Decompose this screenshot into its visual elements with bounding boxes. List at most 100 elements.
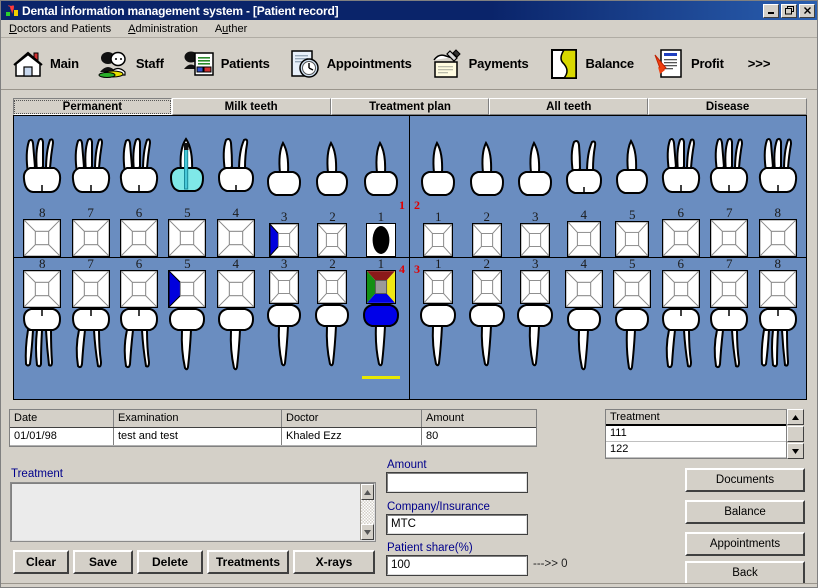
occlusal-lr-4[interactable] [564, 269, 603, 308]
tab-disease[interactable]: Disease [648, 98, 807, 115]
occlusal-ul-1-extracted[interactable] [365, 222, 396, 257]
occlusal-ll-4[interactable] [216, 269, 255, 308]
occlusal-ur-6[interactable] [661, 218, 700, 257]
toolbar-overflow-button[interactable]: >>> [748, 56, 771, 71]
scrollbar-track[interactable] [361, 500, 374, 524]
occlusal-lr-3[interactable] [520, 269, 551, 304]
clear-button[interactable]: Clear [13, 550, 69, 574]
occlusal-lr-8[interactable] [758, 269, 797, 308]
scroll-down-icon[interactable] [361, 524, 374, 540]
tooth-ur-6[interactable]: 6 [658, 135, 704, 257]
occlusal-lr-7[interactable] [710, 269, 749, 308]
tooth-ll-4[interactable]: 4 [213, 257, 259, 378]
occlusal-lr-5[interactable] [613, 269, 652, 308]
occlusal-ll-2[interactable] [317, 269, 348, 304]
tooth-ur-7[interactable]: 7 [706, 135, 752, 257]
occlusal-ll-7[interactable] [71, 269, 110, 308]
list-item[interactable]: 111 [606, 426, 786, 442]
tooth-lr-2[interactable]: 2 [464, 257, 510, 374]
occlusal-ur-2[interactable] [471, 222, 502, 257]
toolbar-button-balance[interactable]: Balance [547, 47, 634, 81]
documents-button[interactable]: Documents [685, 468, 805, 492]
tooth-lr-5[interactable]: 5 [609, 257, 655, 378]
occlusal-ll-5[interactable] [168, 269, 207, 308]
tooth-ur-5[interactable]: 5 [609, 137, 655, 257]
tab-permanent[interactable]: Permanent [13, 98, 172, 115]
balance-button[interactable]: Balance [685, 500, 805, 524]
tooth-lr-6[interactable]: 6 [658, 257, 704, 378]
table-row[interactable]: 01/01/98 test and test Khaled Ezz 80 [10, 428, 536, 446]
occlusal-ur-8[interactable] [758, 218, 797, 257]
tooth-ul-5[interactable]: 5 [164, 135, 210, 257]
occlusal-ll-8[interactable] [23, 269, 62, 308]
toolbar-button-patients[interactable]: Patients [182, 47, 270, 81]
tooth-ll-8[interactable]: 8 [19, 257, 65, 378]
examinations-grid[interactable]: Date Examination Doctor Amount 01/01/98 … [9, 409, 537, 447]
close-button[interactable] [799, 3, 815, 18]
xrays-button[interactable]: X-rays [293, 550, 375, 574]
treatment-list-scrollbar[interactable] [787, 409, 804, 459]
tooth-ll-6[interactable]: 6 [116, 257, 162, 378]
tooth-lr-3[interactable]: 3 [512, 257, 558, 374]
appointments-button[interactable]: Appointments [685, 532, 805, 556]
treatment-textarea-scrollbar[interactable] [360, 484, 374, 540]
tooth-ur-4[interactable]: 4 [561, 137, 607, 257]
occlusal-ul-8[interactable] [23, 218, 62, 257]
toolbar-button-profit[interactable]: Profit [652, 47, 724, 81]
tooth-ul-6[interactable]: 6 [116, 135, 162, 257]
list-item[interactable]: 122 [606, 442, 786, 458]
tooth-ul-8[interactable]: 8 [19, 135, 65, 257]
occlusal-ur-1[interactable] [423, 222, 454, 257]
patient-share-input[interactable]: 100 [386, 555, 528, 576]
tooth-ll-7[interactable]: 7 [68, 257, 114, 378]
company-insurance-input[interactable]: MTC [386, 514, 528, 535]
treatment-list[interactable]: Treatment 111 122 [605, 409, 787, 459]
occlusal-ul-2[interactable] [317, 222, 348, 257]
menu-item-doctors-and-patients[interactable]: Doctors and Patients [9, 23, 111, 35]
tooth-ul-4[interactable]: 4 [213, 135, 259, 257]
tooth-ll-2[interactable]: 2 [309, 257, 355, 374]
toolbar-button-main[interactable]: Main [11, 47, 79, 81]
tooth-ur-8[interactable]: 8 [755, 135, 801, 257]
treatment-textarea[interactable] [10, 482, 376, 542]
tooth-ll-1[interactable]: 1 [358, 257, 404, 379]
tab-treatment-plan[interactable]: Treatment plan [330, 98, 490, 115]
occlusal-ll-6[interactable] [119, 269, 159, 308]
scroll-up-icon[interactable] [787, 409, 804, 425]
save-button[interactable]: Save [73, 550, 133, 574]
treatments-button[interactable]: Treatments [207, 550, 289, 574]
occlusal-lr-2[interactable] [471, 269, 502, 304]
menu-item-auther[interactable]: Auther [215, 23, 247, 35]
tooth-ul-2[interactable]: 2 [309, 139, 355, 257]
restore-button[interactable] [781, 3, 797, 18]
tooth-ul-1[interactable]: 1 [358, 139, 404, 257]
occlusal-ur-4[interactable] [566, 220, 601, 257]
tooth-lr-1[interactable]: 1 [415, 257, 461, 374]
occlusal-lr-1[interactable] [423, 269, 454, 304]
amount-input[interactable] [386, 472, 528, 493]
back-button[interactable]: Back [685, 561, 805, 585]
occlusal-ul-5[interactable] [168, 218, 207, 257]
occlusal-ll-1-multicolor[interactable] [365, 269, 396, 304]
occlusal-ur-5[interactable] [615, 220, 650, 257]
tooth-lr-8[interactable]: 8 [755, 257, 801, 378]
tooth-ul-3[interactable]: 3 [261, 139, 307, 257]
menu-item-administration[interactable]: Administration [128, 23, 198, 35]
scroll-down-icon[interactable] [787, 443, 804, 459]
tooth-ll-5[interactable]: 5 [164, 257, 210, 378]
scroll-up-icon[interactable] [361, 484, 374, 500]
tooth-ur-1[interactable]: 1 [415, 139, 461, 257]
occlusal-ur-3[interactable] [520, 222, 551, 257]
scrollbar-thumb[interactable] [787, 426, 804, 442]
occlusal-ul-6[interactable] [119, 218, 159, 257]
tooth-lr-7[interactable]: 7 [706, 257, 752, 378]
occlusal-ul-4[interactable] [216, 218, 255, 257]
tooth-ur-2[interactable]: 2 [464, 139, 510, 257]
occlusal-ul-3[interactable] [269, 222, 300, 257]
tab-milk-teeth[interactable]: Milk teeth [171, 98, 331, 115]
tooth-ul-7[interactable]: 7 [68, 135, 114, 257]
delete-button[interactable]: Delete [137, 550, 203, 574]
tooth-ur-3[interactable]: 3 [512, 139, 558, 257]
minimize-button[interactable] [763, 3, 779, 18]
toolbar-button-appointments[interactable]: Appointments [288, 47, 412, 81]
